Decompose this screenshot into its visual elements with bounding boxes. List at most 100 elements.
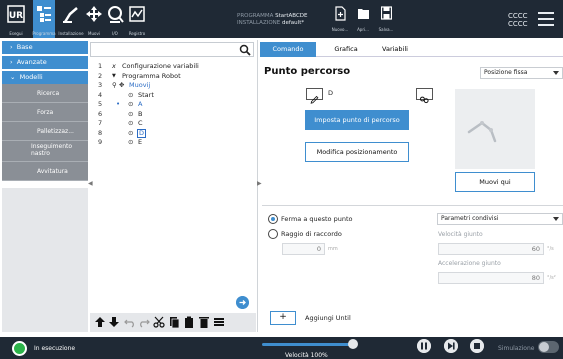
suppress-icon[interactable] <box>213 316 225 328</box>
joint-accel-field[interactable]: 80 <box>438 272 544 284</box>
line-text: C <box>138 119 143 127</box>
tree-avanzate-label: Avanzate <box>16 58 47 66</box>
tab-comando[interactable]: Comando <box>260 42 316 57</box>
line-text: E <box>138 138 143 146</box>
chevron-down-icon <box>553 71 559 75</box>
robot-name: CCCC CCCC <box>508 12 528 28</box>
delete-icon[interactable] <box>198 316 210 328</box>
stop-button[interactable] <box>470 339 484 353</box>
line-text: Muovij <box>129 81 151 89</box>
line-text: D <box>137 128 147 138</box>
nav-programma[interactable]: Programma <box>32 0 56 38</box>
blend-radius-field[interactable]: 0 <box>282 243 325 255</box>
move-arrows-icon <box>86 6 102 22</box>
page-title: Punto percorso <box>264 66 351 77</box>
node-tree: › Base › Avanzate ⌄ Modelli Ricerca Forz… <box>2 41 88 181</box>
svg-text:UR: UR <box>9 11 23 21</box>
waypoint-icon: ⊙ <box>128 90 134 99</box>
stop-here-radio[interactable] <box>268 214 278 224</box>
top-bar: UR Esegui Programma Installazione Muovi … <box>0 0 563 38</box>
tree-empty-area <box>2 188 88 332</box>
position-mode-select[interactable]: Posizione fissa <box>480 67 563 79</box>
robot-arm-icon <box>63 7 78 23</box>
collapse-right-icon[interactable]: ▶ <box>257 180 262 187</box>
parameters-select[interactable]: Parametri condivisi <box>437 213 563 225</box>
new-button[interactable]: Nuovo... <box>331 6 349 34</box>
link-icon <box>420 96 429 104</box>
rename-button[interactable] <box>306 88 323 104</box>
search-icon[interactable] <box>239 44 251 56</box>
programma-label: PROGRAMMA <box>237 13 274 19</box>
program-toolbar <box>90 313 256 332</box>
line-number: 3 <box>98 81 103 89</box>
tree-modelli-label: Modelli <box>19 73 43 81</box>
collapse-left-icon[interactable]: ◀ <box>88 180 93 187</box>
tree-item-forza[interactable]: Forza <box>2 103 88 122</box>
speed-slider-handle[interactable] <box>348 339 358 349</box>
copy-icon[interactable] <box>168 316 180 328</box>
section-divider <box>262 205 563 206</box>
nav-esegui[interactable]: UR Esegui <box>5 0 27 38</box>
paste-icon[interactable] <box>183 316 195 328</box>
tab-grafica[interactable]: Grafica <box>322 42 370 57</box>
robot-arm-preview-icon <box>467 121 497 143</box>
expand-arrow-icon: ▼ <box>112 72 116 79</box>
link-button[interactable] <box>416 88 433 104</box>
nav-label: Esegui <box>9 31 23 36</box>
simulation-toggle[interactable] <box>538 341 559 353</box>
move-down-icon[interactable] <box>108 316 120 328</box>
folder-icon <box>358 9 369 19</box>
tab-variabili[interactable]: Variabili <box>370 42 420 57</box>
line-number: 7 <box>98 119 103 127</box>
tree-avanzate[interactable]: › Avanzate <box>2 56 88 69</box>
tree-modelli[interactable]: ⌄ Modelli <box>2 71 88 84</box>
edit-position-button[interactable]: Modifica posizionamento <box>305 142 409 162</box>
line-text: A <box>138 100 143 108</box>
open-label: Apri... <box>357 27 369 32</box>
waypoint-icon: ⊙ <box>128 138 134 146</box>
cut-icon[interactable] <box>153 316 165 328</box>
joint-speed-label: Velocità giunto <box>438 231 483 238</box>
open-button[interactable]: Apri... <box>354 6 372 34</box>
robot-preview <box>455 89 535 169</box>
blend-radius-label: Raggio di raccordo <box>281 230 342 238</box>
program-icon <box>37 6 51 22</box>
io-icon <box>108 6 124 23</box>
speed-unit: °/s <box>547 246 554 252</box>
cccc-line-1: CCCC <box>508 12 528 20</box>
redo-icon[interactable] <box>138 316 150 328</box>
variables-icon: x <box>112 62 116 70</box>
save-button[interactable]: Salva... <box>377 6 395 34</box>
program-info: PROGRAMMA StartABCDE INSTALLAZIONE defau… <box>237 13 308 27</box>
hamburger-menu-icon[interactable] <box>538 12 554 26</box>
tree-item-avvitatura[interactable]: Avvitatura <box>2 162 88 181</box>
position-mode-value: Posizione fissa <box>484 69 528 76</box>
step-button[interactable] <box>444 339 458 353</box>
simulation-label: Simulazione <box>498 345 535 352</box>
joint-speed-field[interactable]: 60 <box>438 243 544 255</box>
pause-button[interactable] <box>417 339 431 353</box>
nav-registro[interactable]: Registro <box>126 0 148 38</box>
undo-icon[interactable] <box>124 316 136 328</box>
line-number: 8 <box>98 128 103 137</box>
line-text: Programma Robot <box>122 71 181 80</box>
status-indicator-icon[interactable] <box>12 341 27 356</box>
speed-slider[interactable] <box>262 343 354 346</box>
log-chart-icon <box>129 6 145 22</box>
line-text: Start <box>138 90 154 99</box>
joint-accel-label: Accelerazione giunto <box>438 260 501 267</box>
tree-base[interactable]: › Base <box>2 41 88 54</box>
blend-radius-radio[interactable] <box>268 229 278 239</box>
move-up-icon[interactable] <box>94 316 106 328</box>
tree-item-palletizzazione[interactable]: Palletizzaz... <box>2 122 88 141</box>
add-until-button[interactable]: + <box>270 311 296 325</box>
tree-item-ricerca[interactable]: Ricerca <box>2 84 88 103</box>
set-waypoint-button[interactable]: Imposta punto di percorso <box>305 110 409 130</box>
move-here-button[interactable]: Muovi qui <box>455 172 535 192</box>
move-arrows-icon: ✥ <box>119 81 125 89</box>
tree-item-inseguimento[interactable]: Inseguimento nastro <box>2 141 88 162</box>
programma-value: StartABCDE <box>275 13 308 19</box>
program-search-input[interactable] <box>90 42 254 57</box>
line-number: 5 <box>98 100 103 108</box>
add-node-icon[interactable] <box>236 296 249 309</box>
